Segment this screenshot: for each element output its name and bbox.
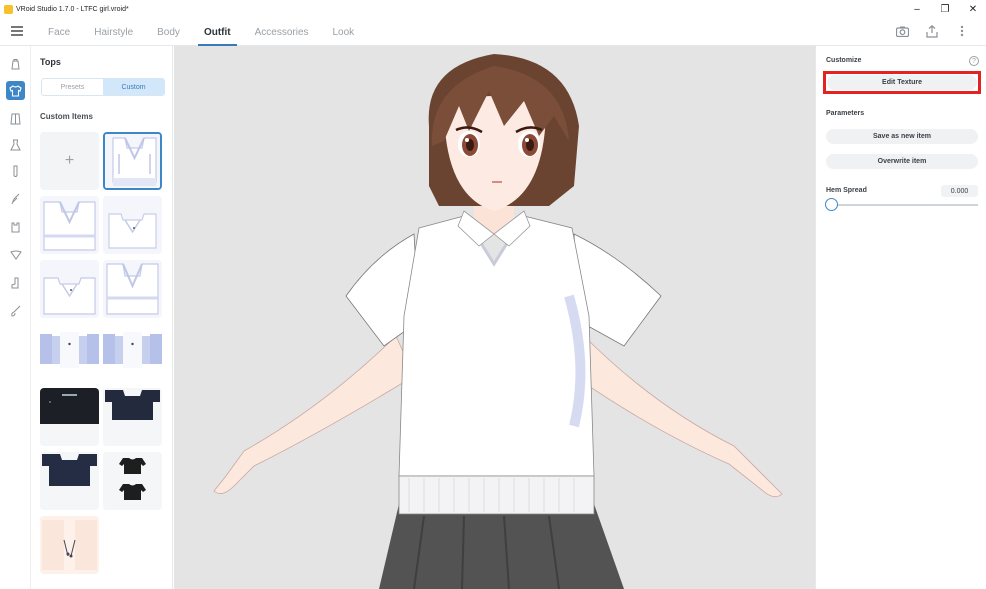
window-title: VRoid Studio 1.7.0 - LTFC girl.vroid* bbox=[16, 5, 129, 13]
highlight-box: Edit Texture bbox=[823, 71, 981, 94]
jacket-icon[interactable] bbox=[6, 109, 25, 128]
hem-spread-label: Hem Spread bbox=[826, 187, 867, 194]
maximize-button[interactable]: ❐ bbox=[930, 0, 960, 18]
add-item-button[interactable]: + bbox=[40, 132, 99, 190]
tab-hairstyle[interactable]: Hairstyle bbox=[82, 18, 145, 46]
panel-title: Tops bbox=[40, 57, 61, 67]
customize-panel: Customize ? Edit Texture Parameters Save… bbox=[815, 46, 986, 589]
tab-look[interactable]: Look bbox=[321, 18, 367, 46]
tab-outfit[interactable]: Outfit bbox=[192, 18, 243, 46]
boot-icon[interactable] bbox=[6, 273, 25, 292]
item-thumbnail[interactable] bbox=[103, 388, 162, 446]
edit-texture-button[interactable]: Edit Texture bbox=[827, 75, 977, 90]
neck-icon[interactable] bbox=[6, 245, 25, 264]
category-tabs: Face Hairstyle Body Outfit Accessories L… bbox=[36, 18, 366, 46]
top-navigation: Face Hairstyle Body Outfit Accessories L… bbox=[0, 18, 986, 46]
item-thumbnail[interactable] bbox=[40, 516, 99, 574]
shoes-icon[interactable] bbox=[6, 217, 25, 236]
presets-tab[interactable]: Presets bbox=[42, 79, 103, 95]
hem-spread-slider-knob[interactable] bbox=[825, 198, 838, 211]
help-icon[interactable]: ? bbox=[969, 56, 979, 66]
3d-viewport[interactable] bbox=[174, 46, 815, 589]
customize-label: Customize bbox=[826, 57, 862, 64]
hem-spread-value[interactable]: 0.000 bbox=[941, 185, 978, 197]
item-thumbnail[interactable] bbox=[103, 452, 162, 510]
more-vertical-icon[interactable] bbox=[954, 23, 970, 39]
avatar-preview bbox=[213, 54, 783, 589]
hamburger-menu-icon[interactable] bbox=[11, 26, 23, 36]
minimize-button[interactable]: – bbox=[902, 0, 932, 18]
tab-body[interactable]: Body bbox=[145, 18, 192, 46]
hem-spread-slider-track[interactable] bbox=[832, 204, 978, 206]
title-bar: VRoid Studio 1.7.0 - LTFC girl.vroid* – … bbox=[0, 0, 986, 18]
dress-icon[interactable] bbox=[6, 135, 25, 154]
item-thumbnail[interactable] bbox=[40, 196, 99, 254]
item-panel: Tops Presets Custom Custom Items + bbox=[31, 46, 173, 589]
overwrite-item-button[interactable]: Overwrite item bbox=[826, 154, 978, 169]
category-rail bbox=[0, 46, 31, 589]
custom-tab[interactable]: Custom bbox=[103, 79, 164, 95]
item-thumbnail[interactable] bbox=[40, 324, 99, 382]
vroid-studio-window: VRoid Studio 1.7.0 - LTFC girl.vroid* – … bbox=[0, 0, 986, 589]
save-as-new-item-button[interactable]: Save as new item bbox=[826, 129, 978, 144]
parameters-label: Parameters bbox=[826, 110, 865, 117]
item-thumbnail[interactable] bbox=[40, 260, 99, 318]
section-label: Custom Items bbox=[40, 112, 93, 121]
tab-accessories[interactable]: Accessories bbox=[243, 18, 321, 46]
tab-face[interactable]: Face bbox=[36, 18, 82, 46]
toolbar-icons bbox=[894, 23, 970, 39]
item-thumbnail[interactable] bbox=[40, 452, 99, 510]
hat-icon[interactable] bbox=[6, 55, 25, 74]
item-thumbnail[interactable] bbox=[40, 388, 99, 446]
close-button[interactable]: ✕ bbox=[958, 0, 986, 18]
sock-icon[interactable] bbox=[6, 161, 25, 180]
item-thumbnail[interactable] bbox=[103, 132, 162, 190]
item-thumbnail[interactable] bbox=[103, 260, 162, 318]
plus-icon: + bbox=[64, 152, 75, 169]
export-icon[interactable] bbox=[924, 23, 940, 39]
app-logo-icon bbox=[4, 4, 13, 14]
item-thumbnail[interactable] bbox=[103, 324, 162, 382]
tops-icon[interactable] bbox=[6, 81, 25, 100]
glove-icon[interactable] bbox=[6, 189, 25, 208]
brush-icon[interactable] bbox=[6, 301, 25, 320]
item-thumbnail[interactable] bbox=[103, 196, 162, 254]
camera-icon[interactable] bbox=[894, 23, 910, 39]
preset-custom-toggle: Presets Custom bbox=[41, 78, 165, 96]
